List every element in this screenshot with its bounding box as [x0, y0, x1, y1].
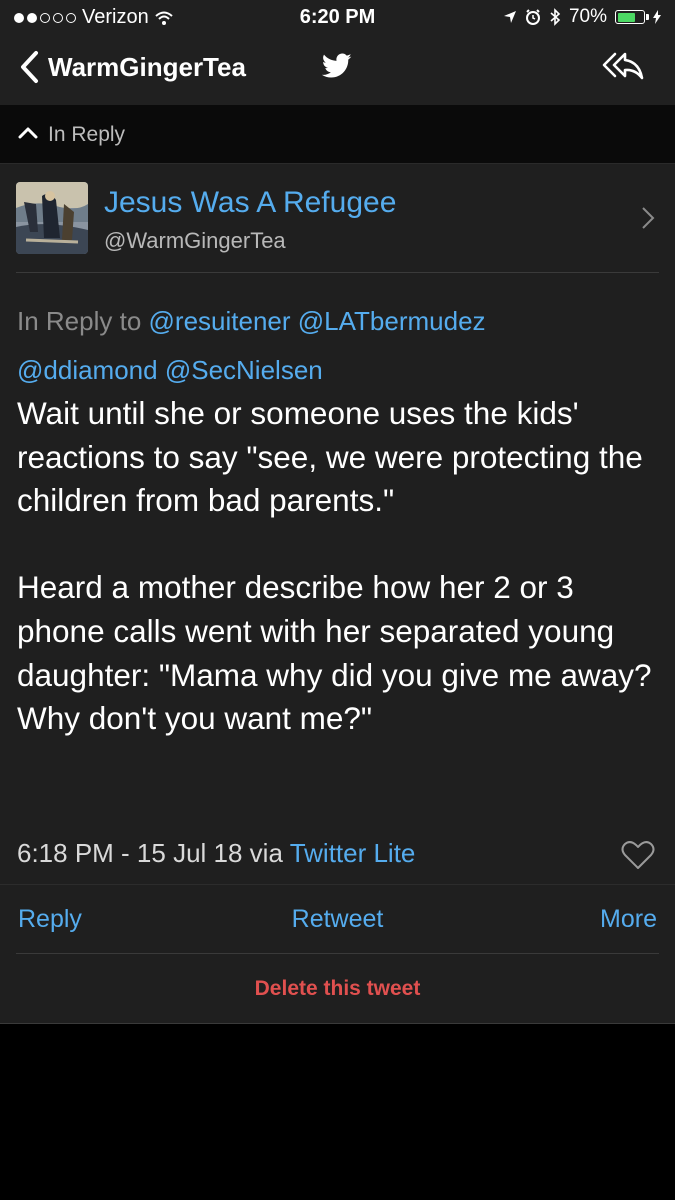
- bluetooth-icon: [550, 8, 561, 26]
- timestamp-text: 6:18 PM - 15 Jul 18 via: [17, 838, 283, 868]
- twitter-bird-icon: [321, 53, 352, 84]
- display-name: Jesus Was A Refugee: [104, 186, 397, 219]
- divider: [0, 1023, 675, 1024]
- in-reply-label: In Reply: [48, 123, 126, 146]
- divider: [0, 884, 675, 885]
- location-icon: [503, 11, 516, 23]
- battery-icon: [615, 10, 649, 24]
- reply-all-button[interactable]: [601, 50, 645, 87]
- delete-tweet-button[interactable]: Delete this tweet: [255, 977, 421, 1000]
- mention-link[interactable]: @resuitener: [149, 306, 291, 336]
- chevron-up-icon: [18, 127, 38, 139]
- tweet-detail: Jesus Was A Refugee @WarmGingerTea In Re…: [0, 164, 675, 1024]
- mention-link[interactable]: @SecNielsen: [165, 355, 323, 385]
- reply-to-line-2: @ddiamond @SecNielsen: [17, 355, 323, 386]
- mention-link[interactable]: @ddiamond: [17, 355, 158, 385]
- battery-percent: 70%: [568, 6, 607, 27]
- like-button[interactable]: [621, 840, 655, 875]
- reply-to-line: In Reply to @resuitener @LATbermudez: [17, 306, 486, 337]
- back-button[interactable]: WarmGingerTea: [18, 50, 246, 84]
- user-handle: @WarmGingerTea: [104, 228, 286, 253]
- divider: [16, 953, 659, 954]
- screen: Verizon 6:20 PM 70% WarmGingerTea In Rep…: [0, 0, 675, 1200]
- source-app-link[interactable]: Twitter Lite: [290, 838, 416, 868]
- chevron-right-icon: [642, 207, 655, 229]
- author-row[interactable]: Jesus Was A Refugee @WarmGingerTea: [0, 164, 675, 272]
- tweet-timestamp: 6:18 PM - 15 Jul 18 via Twitter Lite: [17, 838, 415, 869]
- mention-link[interactable]: @LATbermudez: [298, 306, 486, 336]
- alarm-icon: [525, 9, 540, 25]
- status-bar: Verizon 6:20 PM 70%: [0, 0, 675, 36]
- retweet-button[interactable]: Retweet: [292, 905, 384, 933]
- in-reply-toggle[interactable]: In Reply: [0, 105, 675, 164]
- divider: [16, 272, 659, 273]
- delete-tweet-row: Delete this tweet: [0, 977, 675, 1001]
- back-button-label: WarmGingerTea: [48, 51, 246, 82]
- back-chevron-icon: [21, 51, 38, 83]
- tweet-text: Wait until she or someone uses the kids'…: [17, 395, 652, 737]
- heart-icon: [621, 841, 655, 869]
- retweet-button-row: Retweet: [0, 905, 675, 934]
- charging-bolt-icon: [653, 10, 661, 24]
- avatar[interactable]: [16, 182, 88, 254]
- status-right: 70%: [503, 6, 661, 28]
- reply-to-prefix: In Reply to: [17, 306, 142, 336]
- battery-level: [617, 12, 635, 22]
- navigation-bar: WarmGingerTea: [0, 36, 675, 105]
- more-button[interactable]: More: [600, 905, 657, 934]
- reply-all-icon: [602, 52, 644, 80]
